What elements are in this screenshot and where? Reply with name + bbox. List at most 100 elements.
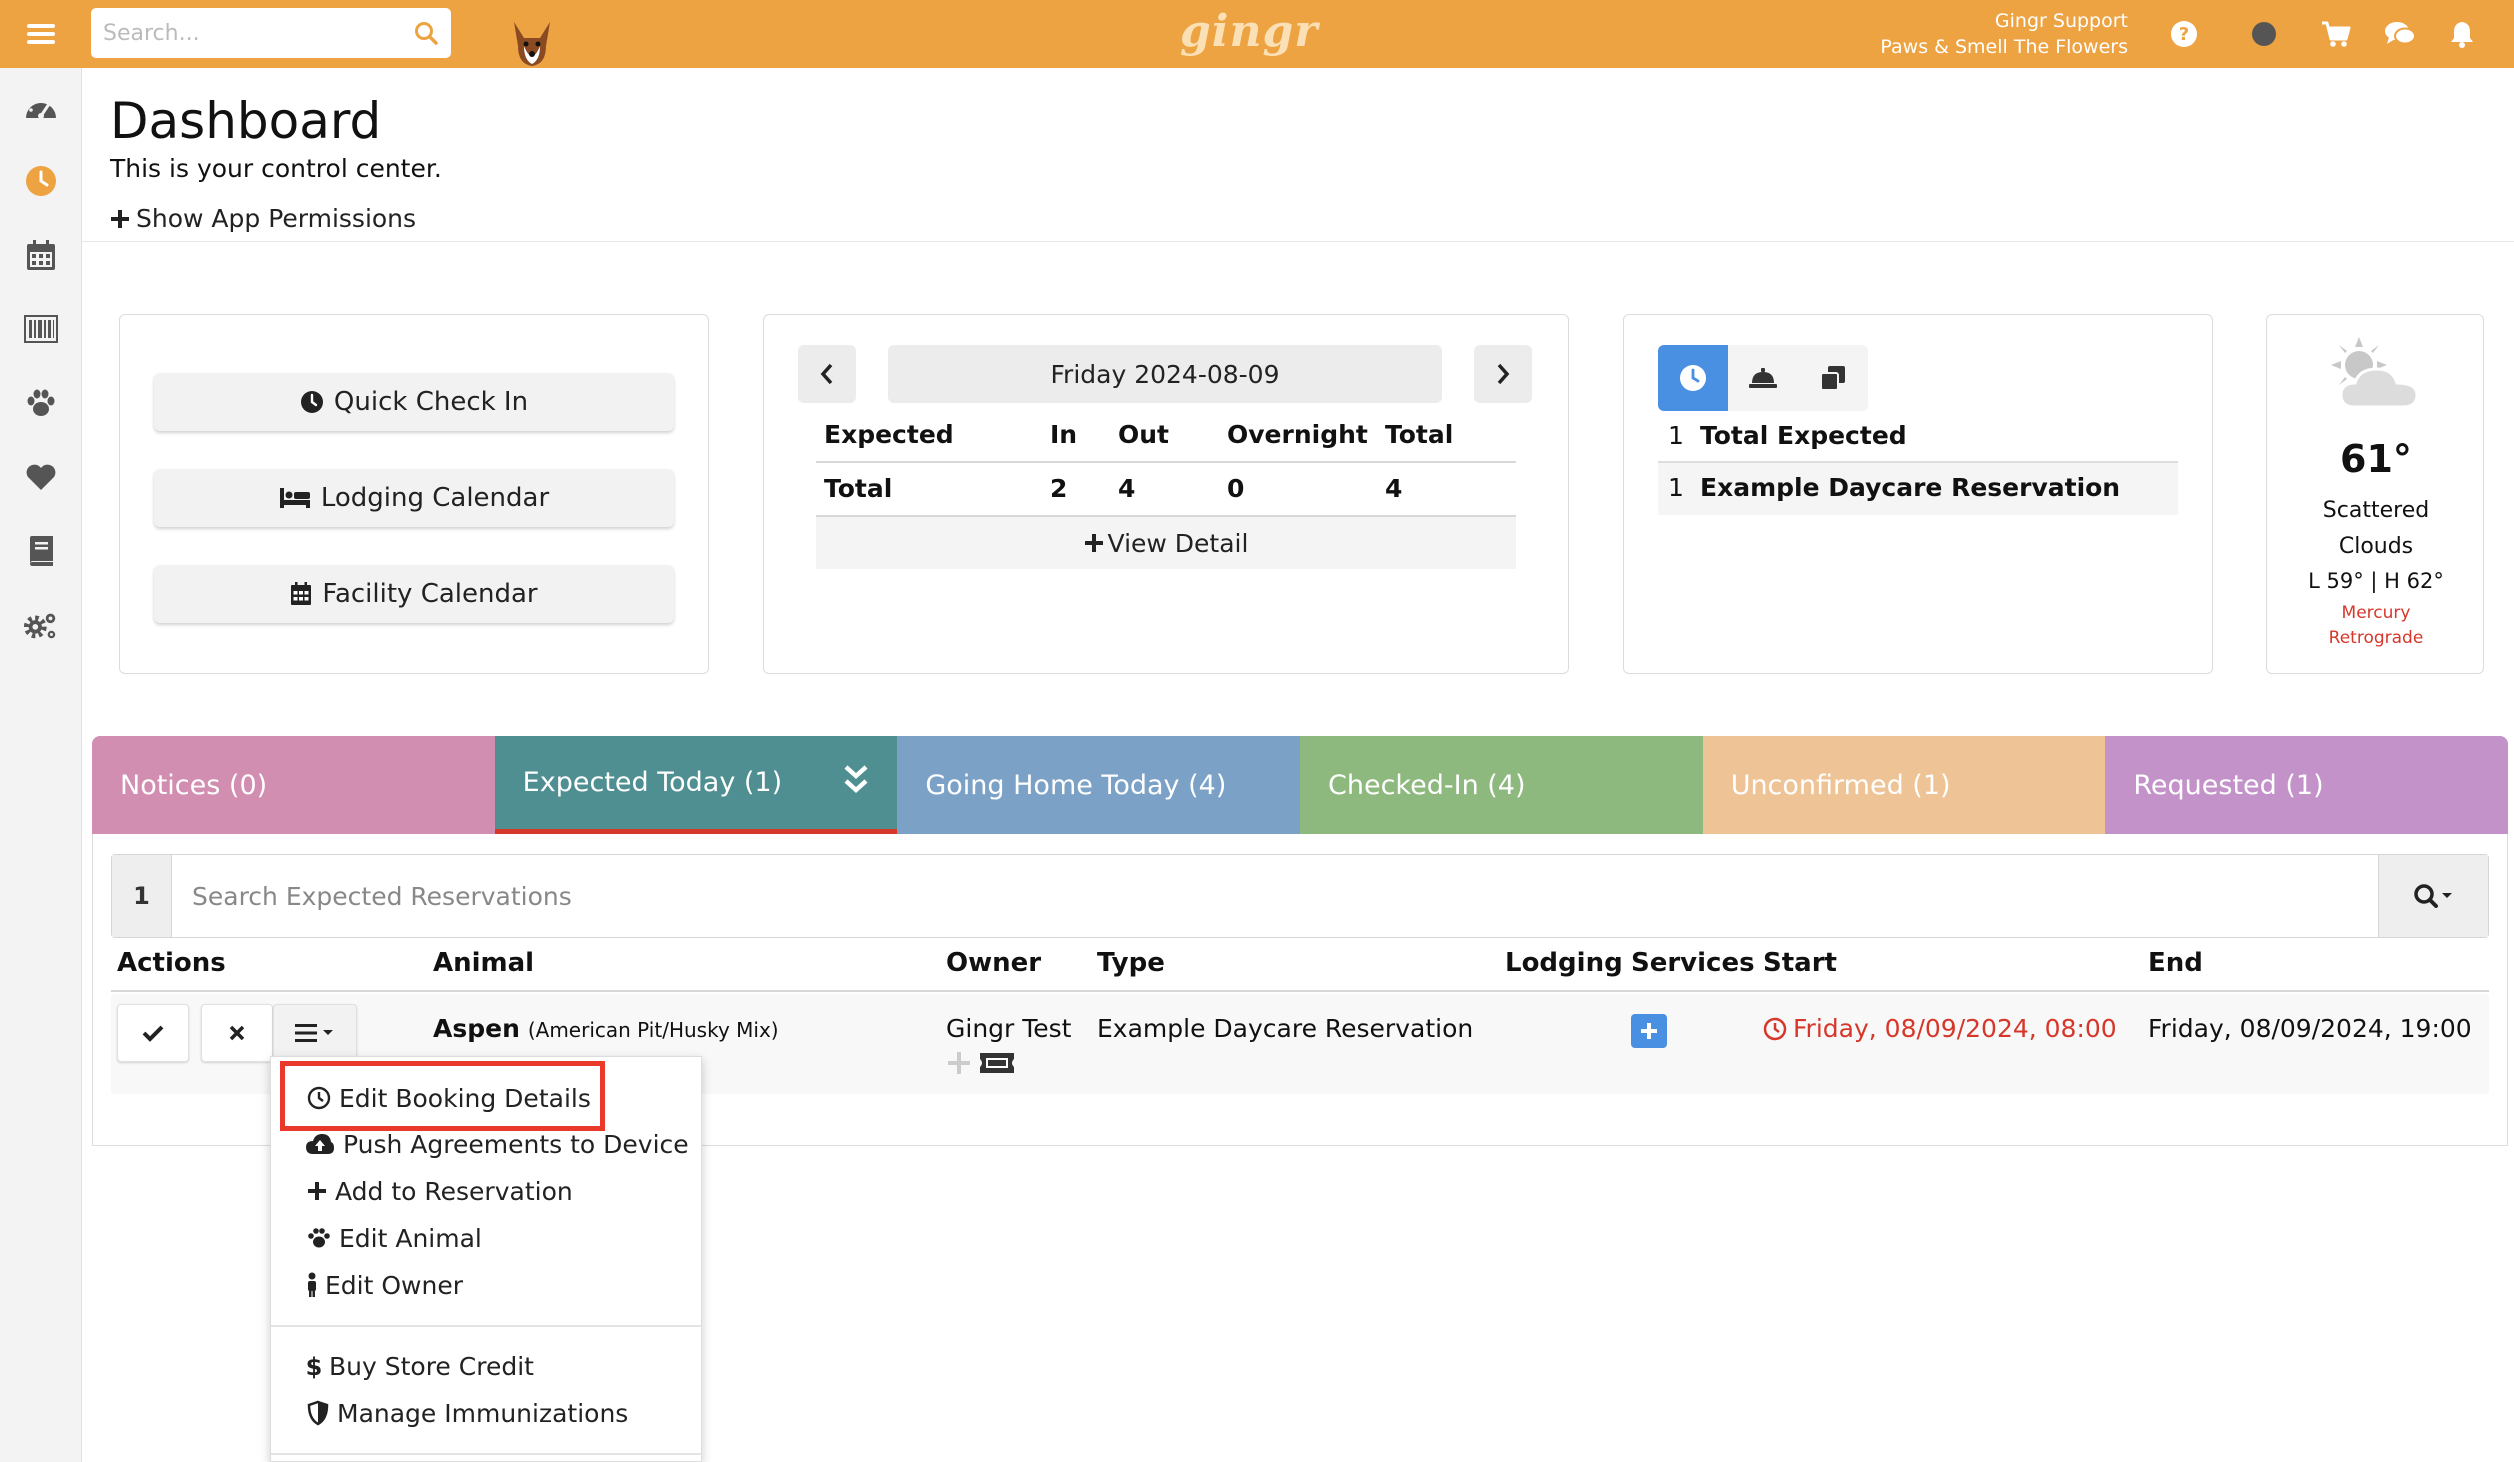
animal-breed: (American Pit/Husky Mix)	[527, 1018, 779, 1042]
end-datetime: Friday, 08/09/2024, 19:00	[2148, 1014, 2472, 1043]
animal-name[interactable]: Aspen	[433, 1014, 520, 1043]
previous-day-button[interactable]	[798, 345, 856, 403]
tab-unconfirmed[interactable]: Unconfirmed (1)	[1702, 736, 2106, 834]
sidebar-clock-icon[interactable]	[22, 162, 60, 200]
sidebar-calendar-icon[interactable]	[22, 236, 60, 274]
chat-icon[interactable]	[2384, 18, 2416, 50]
facility-calendar-label: Facility Calendar	[322, 579, 538, 609]
current-date: Friday 2024-08-09	[888, 345, 1442, 403]
sidebar	[0, 68, 82, 1462]
start-datetime: Friday, 08/09/2024, 08:00	[1793, 1014, 2117, 1043]
close-icon	[229, 1025, 245, 1041]
weather-temperature: 61°	[2340, 437, 2412, 481]
facility-calendar-button[interactable]: Facility Calendar	[154, 565, 674, 623]
owner-cell[interactable]: Gingr Test	[946, 1014, 1072, 1043]
manage-immunizations-item[interactable]: Manage Immunizations	[307, 1393, 628, 1433]
push-agreements-item[interactable]: Push Agreements to Device	[305, 1124, 689, 1164]
user-name: Gingr Support	[1994, 10, 2128, 32]
svg-text:?: ?	[2179, 24, 2189, 45]
summary-row-label: Total	[824, 474, 893, 503]
clock-icon	[1680, 365, 1706, 391]
reservation-type-cell[interactable]: Example Daycare Reservation	[1097, 1014, 1473, 1043]
tab-going-home-today[interactable]: Going Home Today (4)	[897, 736, 1301, 834]
tab-notices-label: Notices (0)	[120, 769, 268, 801]
cloud-upload-icon	[306, 1134, 334, 1154]
sidebar-paw-icon[interactable]	[22, 384, 60, 422]
plus-icon	[1084, 534, 1103, 552]
tab-notices[interactable]: Notices (0)	[92, 736, 495, 834]
add-to-reservation-item[interactable]: Add to Reservation	[307, 1171, 573, 1211]
row-menu-button[interactable]	[273, 1004, 357, 1062]
col-owner: Owner	[946, 948, 1042, 978]
search-options-button[interactable]	[2378, 855, 2488, 937]
cancel-button[interactable]	[201, 1004, 273, 1062]
sidebar-dashboard-icon[interactable]	[22, 88, 60, 126]
faded-plus-icon	[948, 1052, 970, 1074]
global-search-input[interactable]	[103, 20, 413, 46]
svg-text:$: $	[307, 1353, 321, 1379]
col-services: Services	[1631, 948, 1755, 978]
edit-animal-item[interactable]: Edit Animal	[307, 1218, 482, 1258]
bell-icon[interactable]	[2446, 18, 2478, 50]
weather-note: Mercury Retrograde	[2328, 603, 2424, 648]
add-service-button[interactable]	[1631, 1014, 1667, 1048]
dollar-icon: $	[307, 1353, 321, 1379]
sidebar-heart-icon[interactable]	[22, 458, 60, 496]
hamburger-icon	[27, 24, 55, 44]
check-in-button[interactable]	[117, 1004, 189, 1062]
tab-requested[interactable]: Requested (1)	[2105, 736, 2509, 834]
toggle-copy-button[interactable]	[1798, 345, 1868, 411]
paw-icon	[308, 1228, 330, 1248]
buy-store-credit-item[interactable]: $ Buy Store Credit	[307, 1346, 534, 1386]
service-bell-icon	[1749, 368, 1777, 388]
double-chevron-down-icon	[844, 765, 868, 794]
add-to-reservation-label: Add to Reservation	[335, 1176, 573, 1206]
toggle-service-button[interactable]	[1728, 345, 1798, 411]
sidebar-settings-icon[interactable]	[22, 606, 60, 644]
toggle-clock-button[interactable]	[1658, 345, 1728, 411]
view-detail-label: View Detail	[1107, 528, 1249, 558]
tab-requested-label: Requested (1)	[2133, 769, 2324, 801]
help-icon[interactable]: ?	[2168, 18, 2200, 50]
row-action-menu: Edit Booking Details Push Agreements to …	[270, 1056, 703, 1462]
search-dropdown-icon	[2413, 884, 2452, 908]
show-app-permissions-link[interactable]: Show App Permissions	[110, 204, 416, 233]
daycare-count: 1	[1668, 473, 1684, 502]
col-end: End	[2148, 948, 2203, 978]
user-info[interactable]: Gingr Support Paws & Smell The Flowers	[1880, 8, 2128, 60]
col-lodging: Lodging	[1505, 948, 1623, 978]
shield-icon	[307, 1400, 329, 1426]
view-detail-button[interactable]: View Detail	[816, 515, 1516, 569]
sidebar-barcode-icon[interactable]	[22, 310, 60, 348]
animal-cell[interactable]: Aspen (American Pit/Husky Mix)	[433, 1014, 779, 1043]
quick-check-in-label: Quick Check In	[333, 387, 529, 417]
checkmark-icon	[142, 1025, 164, 1042]
start-cell: Friday, 08/09/2024, 08:00	[1763, 1014, 2117, 1043]
hamburger-menu-button[interactable]	[0, 0, 82, 68]
reservation-search-input[interactable]	[172, 855, 2378, 937]
edit-owner-item[interactable]: Edit Owner	[307, 1265, 463, 1305]
cart-icon[interactable]	[2320, 18, 2352, 50]
sidebar-book-icon[interactable]	[22, 532, 60, 570]
tab-checked-in-label: Checked-In (4)	[1328, 769, 1526, 801]
summary-col-expected: Expected	[824, 420, 954, 449]
col-start: Start	[1763, 948, 1837, 978]
gingr-logo: gingr	[1180, 6, 1319, 57]
search-icon[interactable]	[413, 20, 439, 46]
lodging-calendar-button[interactable]: Lodging Calendar	[154, 469, 674, 527]
col-actions: Actions	[117, 948, 226, 978]
menu-divider	[271, 1325, 703, 1327]
copy-icon	[1820, 366, 1845, 391]
status-dot-icon[interactable]	[2248, 18, 2280, 50]
tab-going-home-label: Going Home Today (4)	[925, 769, 1227, 801]
total-expected-label: Total Expected	[1700, 421, 1907, 450]
clock-icon	[300, 391, 323, 413]
summary-out-value: 4	[1118, 474, 1136, 503]
chevron-left-icon	[820, 363, 833, 385]
next-day-button[interactable]	[1474, 345, 1532, 403]
quick-check-in-button[interactable]: Quick Check In	[154, 373, 674, 431]
tab-expected-today[interactable]: Expected Today (1)	[494, 736, 898, 834]
tab-checked-in[interactable]: Checked-In (4)	[1300, 736, 1703, 834]
summary-total-value: 4	[1385, 474, 1403, 503]
chevron-right-icon	[1497, 363, 1510, 385]
